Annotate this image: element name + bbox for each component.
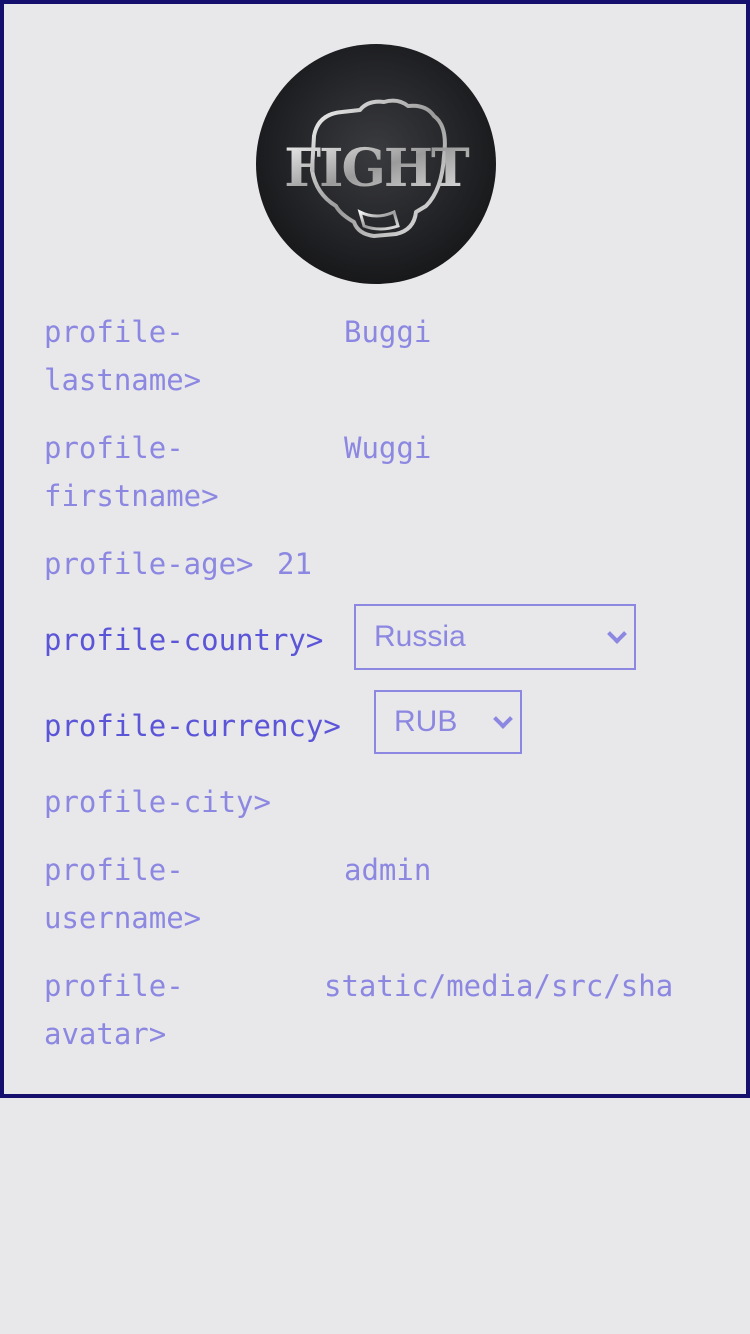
profile-lastname-label: profile- lastname>: [44, 315, 202, 397]
chevron-down-icon: [607, 624, 627, 644]
currency-select-value: RUB: [394, 705, 458, 738]
profile-lastname-value: Buggi: [344, 315, 432, 349]
profile-firstname-label: profile- firstname>: [44, 431, 219, 513]
country-select-value: Russia: [374, 620, 466, 653]
fight-fist-logo-icon: FIGHT: [284, 98, 472, 238]
currency-select[interactable]: RUB: [374, 690, 522, 754]
profile-avatar-value: static/media/src/sha: [324, 969, 674, 1003]
profile-username-value: admin: [344, 853, 432, 887]
profile-firstname-value: Wuggi: [344, 431, 432, 465]
profile-username-label: profile- username>: [44, 853, 202, 935]
profile-card: FIGHT profile- lastname> Buggi profile- …: [0, 0, 750, 1098]
profile-age-value: 21: [277, 547, 312, 581]
svg-text:FIGHT: FIGHT: [284, 138, 470, 199]
country-select[interactable]: Russia: [354, 604, 636, 670]
profile-city-label: profile-city>: [44, 785, 271, 819]
profile-avatar-label: profile- avatar>: [44, 969, 184, 1051]
profile-currency-label: profile-currency>: [44, 709, 341, 743]
profile-country-label: profile-country>: [44, 623, 324, 657]
chevron-down-icon: [493, 709, 513, 729]
profile-avatar-image: FIGHT: [256, 44, 496, 284]
profile-age-label: profile-age>: [44, 547, 254, 581]
